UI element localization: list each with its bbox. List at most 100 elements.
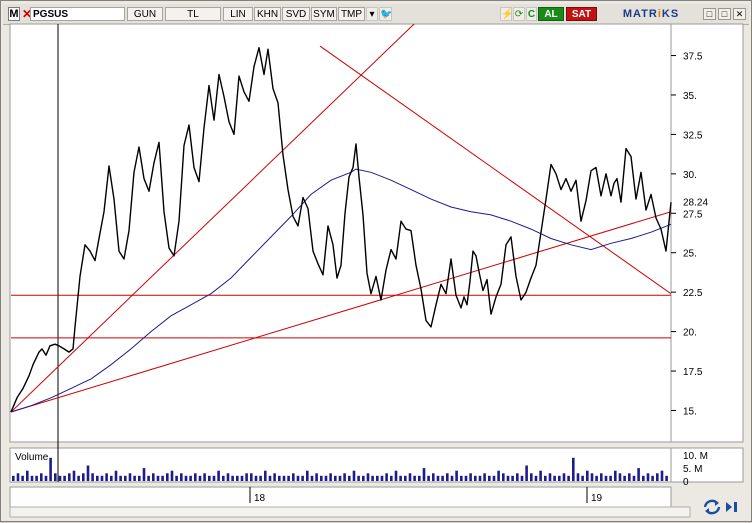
volume-bar: [128, 473, 132, 482]
volume-bar: [455, 470, 458, 481]
volume-bar: [544, 475, 547, 481]
price-axis: [670, 23, 744, 443]
volume-label: Volume: [15, 452, 49, 463]
volume-bar: [329, 473, 332, 482]
volume-bar: [460, 475, 463, 481]
volume-bar: [86, 465, 90, 481]
scroll-end-icon[interactable]: [723, 498, 741, 516]
volume-bar: [511, 475, 514, 481]
volume-bar: [40, 473, 43, 482]
volume-bar: [357, 475, 360, 481]
volume-bar: [562, 473, 566, 482]
volume-bar: [618, 473, 622, 482]
volume-bar: [44, 475, 48, 481]
volume-bar: [343, 473, 346, 482]
price-panel: [9, 23, 672, 443]
volume-bar: [324, 475, 328, 481]
volume-bar: [63, 475, 66, 481]
volume-bar: [628, 473, 631, 482]
volume-bar: [114, 470, 118, 481]
volume-bar: [254, 475, 258, 481]
volume-bar: [422, 468, 426, 481]
volume-bar: [590, 473, 594, 482]
volume-bar: [464, 475, 468, 481]
volume-bar: [390, 475, 393, 481]
volume-bar: [250, 473, 253, 482]
sync-icon[interactable]: [701, 498, 723, 516]
volume-bar: [376, 475, 379, 481]
volume-bar: [170, 470, 174, 481]
volume-bar: [352, 470, 356, 481]
volume-bar: [432, 473, 435, 482]
y-tick-label: 32.5: [683, 130, 703, 141]
volume-bar: [273, 473, 276, 482]
volume-bar: [138, 475, 141, 481]
volume-bar: [287, 475, 290, 481]
volume-bar: [124, 475, 127, 481]
volume-bar: [646, 473, 650, 482]
volume-bar: [226, 473, 230, 482]
volume-bar: [296, 475, 300, 481]
volume-bar: [334, 475, 337, 481]
volume-bar: [441, 475, 444, 481]
chart-canvas: 37.5 35. 32.5 30. 27.5 25. 22.5 20. 17.5 15. 10. …: [9, 23, 744, 518]
volume-tick-label: 10. M: [683, 451, 708, 462]
volume-bar: [385, 473, 388, 482]
volume-bar: [184, 475, 188, 481]
date-axis: [9, 486, 672, 508]
volume-bar: [637, 468, 640, 481]
volume-bar: [26, 470, 29, 481]
volume-tick-label: 0: [683, 477, 689, 488]
y-tick-label: 20.: [683, 328, 697, 339]
volume-bar: [240, 475, 244, 481]
volume-bar: [525, 465, 528, 481]
volume-bar: [530, 473, 533, 482]
volume-tick-label: 5. M: [683, 464, 702, 475]
volume-bar: [558, 475, 561, 481]
volume-bar: [665, 475, 668, 481]
y-tick-label: 37.5: [683, 52, 703, 63]
volume-bar: [660, 470, 664, 481]
volume-bar: [595, 475, 598, 481]
volume-bar: [292, 473, 295, 482]
volume-bar: [198, 475, 202, 481]
volume-bar: [632, 475, 636, 481]
volume-bar: [548, 473, 552, 482]
volume-bar: [371, 475, 374, 481]
volume-bar: [394, 470, 398, 481]
volume-bar: [91, 473, 94, 482]
chart-window: M ✕ PGSUS GUN TL LIN KHN SVD SYM TMP ▾ 🐦…: [0, 0, 752, 522]
volume-bar: [534, 475, 538, 481]
volume-bar: [520, 475, 524, 481]
volume-bar: [180, 473, 183, 482]
volume-bar: [21, 475, 24, 481]
volume-bar: [497, 470, 500, 481]
volume-bar: [651, 475, 654, 481]
volume-bar: [539, 470, 542, 481]
volume-bar: [217, 470, 220, 481]
volume-bar: [450, 475, 454, 481]
volume-bar: [581, 475, 584, 481]
volume-bar: [245, 473, 248, 482]
date-label-18: 18: [254, 493, 266, 504]
volume-bar: [119, 475, 122, 481]
volume-bar: [68, 473, 71, 482]
volume-bar: [399, 475, 402, 481]
y-tick-label: 22.5: [683, 288, 703, 299]
volume-bar: [483, 473, 486, 482]
volume-bar: [264, 470, 267, 481]
volume-bar: [142, 468, 146, 481]
y-tick-label: 25.: [683, 249, 697, 260]
y-tick-label: 30.: [683, 170, 697, 181]
volume-bar: [404, 475, 407, 481]
volume-bar: [320, 475, 323, 481]
volume-bar: [315, 473, 318, 482]
scrollbar[interactable]: [9, 506, 691, 518]
volume-bar: [623, 475, 626, 481]
volume-bar: [436, 475, 440, 481]
volume-bar: [30, 475, 34, 481]
volume-bar: [156, 475, 160, 481]
y-tick-label: 17.5: [683, 367, 703, 378]
volume-bar: [147, 475, 150, 481]
volume-bar: [642, 475, 645, 481]
